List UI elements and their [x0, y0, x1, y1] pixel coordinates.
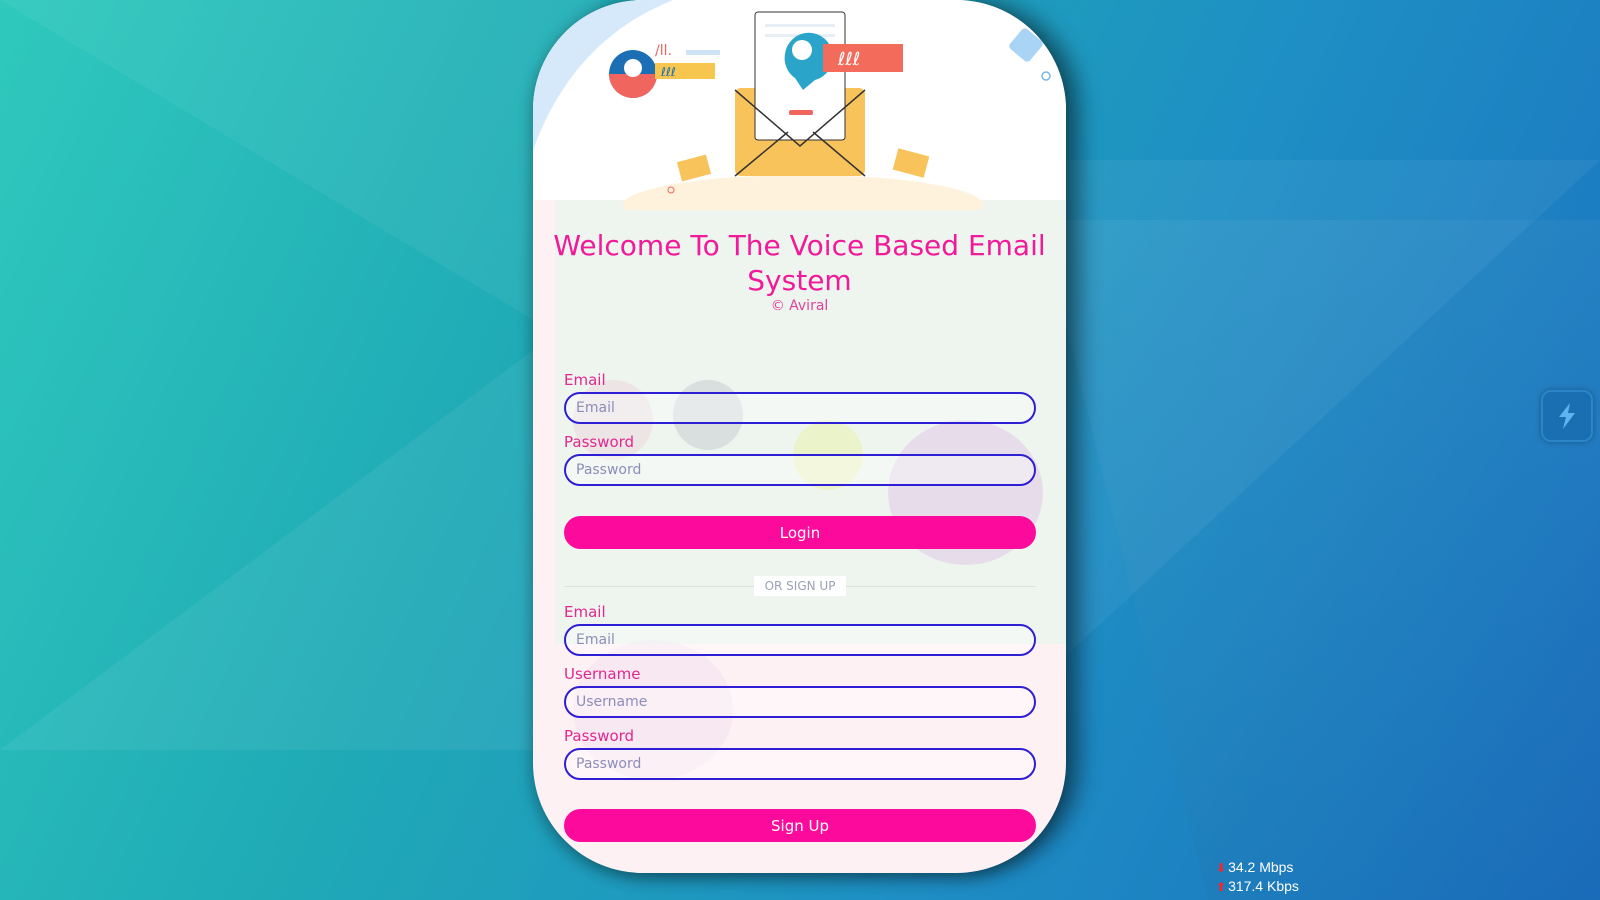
- upload-speed: 317.4 Kbps: [1228, 878, 1299, 894]
- svg-text:ℓℓℓ: ℓℓℓ: [837, 49, 860, 70]
- signup-password-label: Password: [564, 727, 635, 745]
- background-facet: [1040, 160, 1600, 680]
- signup-password-input[interactable]: [564, 748, 1036, 780]
- signup-email-label: Email: [564, 603, 606, 621]
- network-speed-meter: ⬇ 34.2 Mbps ⬆ 317.4 Kbps: [1216, 858, 1299, 896]
- login-email-label: Email: [564, 371, 606, 389]
- signup-email-input[interactable]: [564, 624, 1036, 656]
- upload-arrow-icon: ⬆: [1216, 880, 1227, 894]
- background-facet: [0, 0, 600, 360]
- upload-speed-row: ⬆ 317.4 Kbps: [1216, 877, 1299, 896]
- download-arrow-icon: ⬇: [1216, 861, 1227, 875]
- download-speed: 34.2 Mbps: [1228, 859, 1294, 875]
- svg-text:/ll.: /ll.: [655, 43, 672, 59]
- copyright-text: © Aviral: [770, 298, 829, 314]
- download-speed-row: ⬇ 34.2 Mbps: [1216, 858, 1299, 877]
- svg-text:ℓℓℓ: ℓℓℓ: [660, 65, 676, 79]
- or-sign-up-divider: OR SIGN UP: [754, 576, 846, 596]
- background-facet: [1040, 220, 1600, 900]
- email-envelope-illustration: ℓℓℓ /ll. ℓℓℓ: [533, 0, 1051, 210]
- login-email-input[interactable]: [564, 392, 1036, 424]
- login-password-input[interactable]: [564, 454, 1036, 486]
- page-title: Welcome To The Voice Based Email System: [553, 229, 1046, 297]
- login-card: ℓℓℓ /ll. ℓℓℓ Welcome To The Voice Based …: [533, 0, 1066, 873]
- login-password-label: Password: [564, 433, 635, 451]
- lightning-widget-icon: [1559, 403, 1575, 429]
- sign-up-button[interactable]: Sign Up: [564, 809, 1036, 842]
- login-button[interactable]: Login: [564, 516, 1036, 549]
- signup-username-input[interactable]: [564, 686, 1036, 718]
- side-widget-button[interactable]: [1541, 390, 1593, 442]
- background-facet: [0, 330, 560, 750]
- signup-username-label: Username: [564, 665, 641, 683]
